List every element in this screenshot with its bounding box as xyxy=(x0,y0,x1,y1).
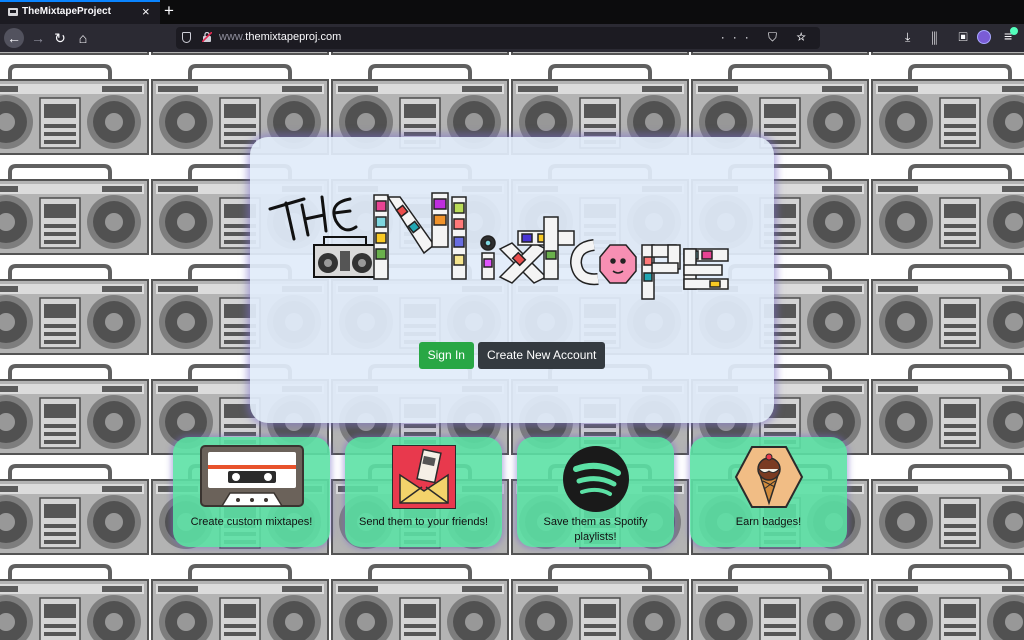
mixtape-logo xyxy=(268,192,729,300)
page-actions[interactable]: ··· ⛉ ☆ xyxy=(721,30,814,45)
boombox-icon xyxy=(313,236,377,278)
hero-card: Sign In Create New Account xyxy=(250,137,774,423)
feature-card-badges: Earn badges! xyxy=(690,437,847,547)
account-avatar-icon[interactable] xyxy=(977,30,991,44)
update-badge-icon xyxy=(1010,27,1018,35)
address-bar[interactable]: www.themixtapeproj.com ··· ⛉ ☆ xyxy=(176,27,820,49)
back-button[interactable]: ← xyxy=(4,28,24,48)
tab-title: TheMixtapeProject xyxy=(22,6,111,17)
ice-cream-badge-icon xyxy=(734,446,803,508)
feature-label: Earn badges! xyxy=(735,516,802,528)
toolbar-icons[interactable]: ⤓ ⫼ ▣ xyxy=(905,30,977,45)
url-host: themixtapeproj.com xyxy=(245,31,342,43)
favicon-icon xyxy=(8,8,18,16)
feature-card-send: Send them to your friends! xyxy=(345,437,502,547)
spotify-icon xyxy=(562,446,629,512)
feature-label: Save them as Spotify playlists! xyxy=(543,516,648,543)
envelope-icon xyxy=(390,444,457,510)
feature-card-spotify: Save them as Spotify playlists! xyxy=(517,437,674,547)
reload-button[interactable]: ↻ xyxy=(50,28,70,48)
feature-label: Send them to your friends! xyxy=(358,516,488,528)
new-tab-button[interactable]: + xyxy=(164,1,174,21)
shield-icon[interactable] xyxy=(182,32,191,43)
browser-tab[interactable]: TheMixtapeProject × xyxy=(0,0,160,24)
feature-card-mixtapes: Create custom mixtapes! xyxy=(173,437,330,547)
home-button[interactable]: ⌂ xyxy=(73,28,93,48)
auth-buttons: Sign In Create New Account xyxy=(250,342,774,369)
url-prefix: www. xyxy=(219,31,246,43)
navigation-toolbar: ← → ↻ ⌂ www.themixtapeproj.com ··· ⛉ ☆ ⤓… xyxy=(0,24,1024,52)
close-tab-button[interactable]: × xyxy=(142,5,150,19)
url-text[interactable]: www.themixtapeproj.com xyxy=(219,31,341,43)
feature-label: Create custom mixtapes! xyxy=(190,516,313,528)
sign-in-button[interactable]: Sign In xyxy=(418,342,474,369)
tab-bar: TheMixtapeProject × + xyxy=(0,0,1024,24)
forward-button[interactable]: → xyxy=(28,28,48,48)
insecure-lock-icon[interactable] xyxy=(202,32,212,42)
create-account-button[interactable]: Create New Account xyxy=(477,342,606,369)
cassette-icon xyxy=(199,445,304,507)
